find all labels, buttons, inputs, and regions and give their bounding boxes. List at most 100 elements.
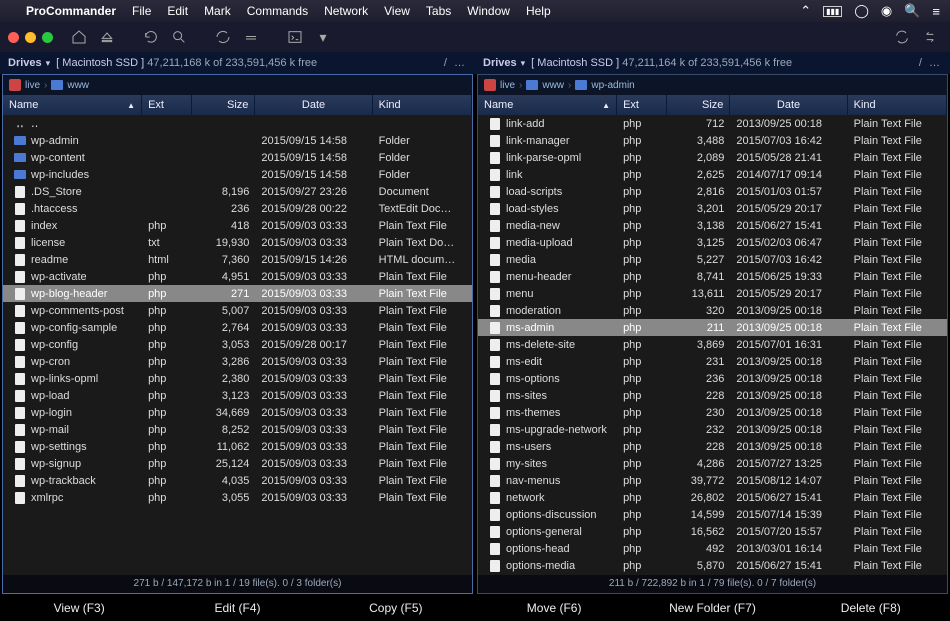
left-filelist[interactable]: ‥wp-admin2015/09/15 14:58Folderwp-conten… xyxy=(3,115,472,575)
search-icon[interactable]: 🔍 xyxy=(904,3,920,19)
swap-panes-icon[interactable] xyxy=(918,26,942,48)
file-row[interactable]: .DS_Store8,1962015/09/27 23:26Document xyxy=(3,183,472,200)
right-filelist[interactable]: link-addphp7122013/09/25 00:18Plain Text… xyxy=(478,115,947,575)
menu-commands[interactable]: Commands xyxy=(247,4,308,18)
file-row[interactable]: link-addphp7122013/09/25 00:18Plain Text… xyxy=(478,115,947,132)
file-row[interactable]: ms-adminphp2112013/09/25 00:18Plain Text… xyxy=(478,319,947,336)
file-row[interactable]: media-newphp3,1382015/06/27 15:41Plain T… xyxy=(478,217,947,234)
file-row[interactable]: networkphp26,8022015/06/27 15:41Plain Te… xyxy=(478,489,947,506)
col-name[interactable]: Name▲ xyxy=(3,95,142,115)
menu-network[interactable]: Network xyxy=(324,4,368,18)
file-row[interactable]: ms-optionsphp2362013/09/25 00:18Plain Te… xyxy=(478,370,947,387)
col-kind[interactable]: Kind xyxy=(848,95,947,115)
file-row[interactable]: wp-admin2015/09/15 14:58Folder xyxy=(3,132,472,149)
file-row[interactable]: wp-cronphp3,2862015/09/03 03:33Plain Tex… xyxy=(3,353,472,370)
file-row[interactable]: options-generalphp16,5622015/07/20 15:57… xyxy=(478,523,947,540)
file-row[interactable]: wp-mailphp8,2522015/09/03 03:33Plain Tex… xyxy=(3,421,472,438)
breadcrumb-segment[interactable]: www xyxy=(542,80,564,91)
file-row[interactable]: readmehtml7,3602015/09/15 14:26HTML docu… xyxy=(3,251,472,268)
file-row[interactable]: .htaccess2362015/09/28 00:22TextEdit Doc… xyxy=(3,200,472,217)
eject-icon[interactable] xyxy=(95,26,119,48)
app-name[interactable]: ProCommander xyxy=(26,4,116,18)
file-row[interactable]: wp-trackbackphp4,0352015/09/03 03:33Plai… xyxy=(3,472,472,489)
breadcrumb-segment[interactable]: live xyxy=(25,80,40,91)
file-row[interactable]: ‥ xyxy=(3,115,472,132)
file-row[interactable]: ms-delete-sitephp3,8692015/07/01 16:31Pl… xyxy=(478,336,947,353)
file-row[interactable]: link-managerphp3,4882015/07/03 16:42Plai… xyxy=(478,132,947,149)
move-button[interactable]: Move (F6) xyxy=(475,601,633,615)
copy-button[interactable]: Copy (F5) xyxy=(317,601,475,615)
file-row[interactable]: menu-headerphp8,7412015/06/25 19:33Plain… xyxy=(478,268,947,285)
col-ext[interactable]: Ext xyxy=(142,95,192,115)
menu-file[interactable]: File xyxy=(132,4,151,18)
file-row[interactable]: ms-usersphp2282013/09/25 00:18Plain Text… xyxy=(478,438,947,455)
breadcrumb-segment[interactable]: wp-admin xyxy=(591,80,634,91)
file-row[interactable]: licensetxt19,9302015/09/03 03:33Plain Te… xyxy=(3,234,472,251)
reload-icon[interactable] xyxy=(139,26,163,48)
file-row[interactable]: load-stylesphp3,2012015/05/29 20:17Plain… xyxy=(478,200,947,217)
file-row[interactable]: ms-editphp2312013/09/25 00:18Plain Text … xyxy=(478,353,947,370)
new-folder-button[interactable]: New Folder (F7) xyxy=(633,601,791,615)
user-icon[interactable]: ◉ xyxy=(881,3,892,19)
chevron-down-icon[interactable]: ▾ xyxy=(46,58,51,69)
file-row[interactable]: load-scriptsphp2,8162015/01/03 01:57Plai… xyxy=(478,183,947,200)
menu-tabs[interactable]: Tabs xyxy=(426,4,451,18)
file-row[interactable]: ms-themesphp2302013/09/25 00:18Plain Tex… xyxy=(478,404,947,421)
file-row[interactable]: indexphp4182015/09/03 03:33Plain Text Fi… xyxy=(3,217,472,234)
file-row[interactable]: wp-configphp3,0532015/09/28 00:17Plain T… xyxy=(3,336,472,353)
file-row[interactable]: wp-content2015/09/15 14:58Folder xyxy=(3,149,472,166)
menu-window[interactable]: Window xyxy=(467,4,510,18)
breadcrumb-segment[interactable]: www xyxy=(67,80,89,91)
window-controls[interactable] xyxy=(8,32,53,43)
file-row[interactable]: options-mediaphp5,8702015/06/27 15:41Pla… xyxy=(478,557,947,574)
wifi-icon[interactable]: ⌃ xyxy=(800,3,811,19)
equal-panes-icon[interactable]: ═ xyxy=(239,26,263,48)
col-date[interactable]: Date xyxy=(730,95,847,115)
terminal-icon[interactable] xyxy=(283,26,307,48)
file-row[interactable]: link-parse-opmlphp2,0892015/05/28 21:41P… xyxy=(478,149,947,166)
file-row[interactable]: wp-settingsphp11,0622015/09/03 03:33Plai… xyxy=(3,438,472,455)
edit-button[interactable]: Edit (F4) xyxy=(158,601,316,615)
sync-panes-icon[interactable] xyxy=(890,26,914,48)
drives-label[interactable]: Drives xyxy=(483,57,517,69)
sync-icon[interactable]: ◯ xyxy=(854,3,869,19)
search-pane-icon[interactable] xyxy=(167,26,191,48)
col-name[interactable]: Name▲ xyxy=(478,95,617,115)
file-row[interactable]: linkphp2,6252014/07/17 09:14Plain Text F… xyxy=(478,166,947,183)
left-breadcrumb[interactable]: live › www xyxy=(3,75,472,95)
file-row[interactable]: moderationphp3202013/09/25 00:18Plain Te… xyxy=(478,302,947,319)
file-row[interactable]: options-headphp4922013/03/01 16:14Plain … xyxy=(478,540,947,557)
home-icon[interactable] xyxy=(67,26,91,48)
col-ext[interactable]: Ext xyxy=(617,95,667,115)
file-row[interactable]: wp-activatephp4,9512015/09/03 03:33Plain… xyxy=(3,268,472,285)
battery-icon[interactable]: ▮▮▮ xyxy=(823,6,842,17)
file-row[interactable]: nav-menusphp39,7722015/08/12 14:07Plain … xyxy=(478,472,947,489)
file-row[interactable]: wp-signupphp25,1242015/09/03 03:33Plain … xyxy=(3,455,472,472)
drives-label[interactable]: Drives xyxy=(8,57,42,69)
file-row[interactable]: menuphp13,6112015/05/29 20:17Plain Text … xyxy=(478,285,947,302)
menu-help[interactable]: Help xyxy=(526,4,551,18)
menu-view[interactable]: View xyxy=(384,4,410,18)
dropdown-icon[interactable]: ▾ xyxy=(311,26,335,48)
menu-edit[interactable]: Edit xyxy=(167,4,188,18)
file-row[interactable]: options-discussionphp14,5992015/07/14 15… xyxy=(478,506,947,523)
file-row[interactable]: xmlrpcphp3,0552015/09/03 03:33Plain Text… xyxy=(3,489,472,506)
col-size[interactable]: Size xyxy=(192,95,256,115)
file-row[interactable]: wp-loginphp34,6692015/09/03 03:33Plain T… xyxy=(3,404,472,421)
path-nav[interactable]: / … xyxy=(444,57,467,69)
chevron-down-icon[interactable]: ▾ xyxy=(521,58,526,69)
file-row[interactable]: wp-includes2015/09/15 14:58Folder xyxy=(3,166,472,183)
file-row[interactable]: wp-links-opmlphp2,3802015/09/03 03:33Pla… xyxy=(3,370,472,387)
col-date[interactable]: Date xyxy=(255,95,372,115)
file-row[interactable]: wp-config-samplephp2,7642015/09/03 03:33… xyxy=(3,319,472,336)
breadcrumb-segment[interactable]: live xyxy=(500,80,515,91)
file-row[interactable]: ms-sitesphp2282013/09/25 00:18Plain Text… xyxy=(478,387,947,404)
right-breadcrumb[interactable]: live › www › wp-admin xyxy=(478,75,947,95)
file-row[interactable]: ms-upgrade-networkphp2322013/09/25 00:18… xyxy=(478,421,947,438)
file-row[interactable]: wp-comments-postphp5,0072015/09/03 03:33… xyxy=(3,302,472,319)
file-row[interactable]: mediaphp5,2272015/07/03 16:42Plain Text … xyxy=(478,251,947,268)
menu-mark[interactable]: Mark xyxy=(204,4,231,18)
path-nav[interactable]: / … xyxy=(919,57,942,69)
file-row[interactable]: wp-blog-headerphp2712015/09/03 03:33Plai… xyxy=(3,285,472,302)
col-size[interactable]: Size xyxy=(667,95,731,115)
